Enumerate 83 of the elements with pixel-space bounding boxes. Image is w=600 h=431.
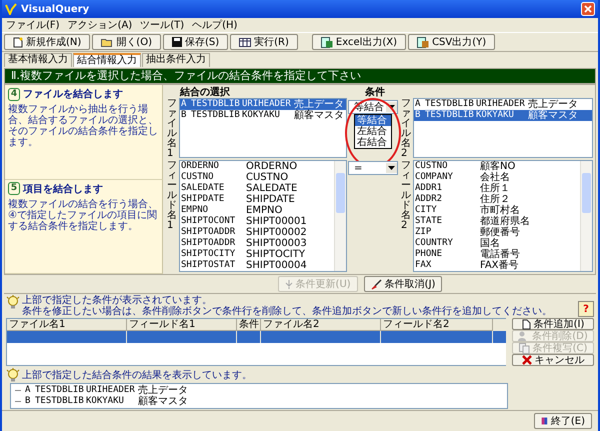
toolbar-button[interactable]: Excel出力(X) [312, 34, 406, 50]
step-number: 4 [8, 88, 20, 100]
menu-item[interactable]: ツール(T) [140, 20, 184, 30]
close-icon[interactable] [581, 2, 595, 16]
section-header: Ⅱ.複数ファイルを選択した場合、ファイルの結合条件を指定して下さい [4, 68, 596, 84]
list-item[interactable]: SHIPDATE SHIPDATE [180, 194, 334, 205]
tab[interactable]: 基本情報入力 [4, 53, 72, 67]
list-item[interactable]: COMPANY 会社名 [414, 172, 580, 183]
close-icon [522, 355, 532, 365]
brush-icon [370, 278, 382, 290]
list-item[interactable]: CITY 市町村名 [414, 205, 580, 216]
list-item[interactable]: FAX FAX番号 [414, 260, 580, 271]
help-title: 項目を結合します [23, 182, 103, 196]
list-item[interactable]: COUNTRY 国名 [414, 238, 580, 249]
dropdown-option[interactable]: 等結合 [355, 115, 391, 126]
list-item[interactable]: SHIPTOADDR SHIPT00002 [180, 227, 334, 238]
window-title: VisualQuery [21, 4, 90, 14]
export-icon [417, 36, 430, 48]
list-item[interactable]: ADDR1 住所１ [414, 183, 580, 194]
dropdown-option[interactable]: 左結合 [355, 126, 391, 137]
step-number: 5 [8, 182, 20, 195]
app-icon [5, 3, 17, 15]
menu-item[interactable]: ヘルプ(H) [192, 20, 238, 30]
scrollbar[interactable] [334, 161, 346, 271]
list-item[interactable]: SALEDATE SALEDATE [180, 183, 334, 194]
vertical-label: ファイル名2 [401, 99, 411, 158]
table-row[interactable] [7, 331, 506, 343]
help-button[interactable]: ? [578, 301, 594, 317]
tree-item[interactable]: B TESTDBLIB KOKYAKU 顧客マスタ [15, 396, 503, 407]
dropdown-option[interactable]: 右結合 [355, 137, 391, 148]
copy-icon [518, 342, 530, 354]
toolbar-button[interactable]: CSV出力(Y) [408, 34, 496, 50]
tree-item[interactable]: A TESTDBLIB URIHEADER 売上データ [15, 385, 503, 396]
toolbar-button[interactable]: 保存(S) [162, 34, 228, 50]
lightbulb-icon [6, 368, 20, 383]
document-icon [522, 318, 531, 330]
list-item[interactable]: ADDR2 住所２ [414, 194, 580, 205]
list-item[interactable]: SHIPTOSTAT SHIPT00004 [180, 260, 334, 271]
scrollbar[interactable] [580, 161, 592, 271]
list-item[interactable]: B TESTDBLIB KOKYAKU 顧客マスタ [414, 110, 592, 121]
list-item[interactable]: B TESTDBLIB KOKYAKU 顧客マスタ [180, 110, 346, 121]
list-item[interactable]: EMPNO EMPNO [180, 205, 334, 216]
document-icon [13, 36, 23, 48]
export-icon [320, 36, 333, 48]
side-button[interactable]: キャンセル [512, 354, 594, 366]
toolbar-button[interactable]: 新規作成(N) [4, 34, 90, 50]
side-button[interactable]: 条件追加(I) [512, 318, 594, 330]
vertical-label: フィールド名2 [401, 161, 411, 233]
lightbulb-icon [6, 295, 20, 310]
list-item[interactable]: SHIPTOADDR SHIPT00003 [180, 238, 334, 249]
caret-icon [386, 163, 397, 173]
list-item[interactable]: STATE 都道府県名 [414, 216, 580, 227]
vertical-label: フィールド名1 [167, 161, 177, 233]
help-text: 複数ファイルの結合を行う場合、④で指定したファイルの項目に関する結合条件を指定します。 [8, 198, 159, 232]
menu-item[interactable]: ファイル(F) [6, 20, 60, 30]
exit-button[interactable]: 終了(E) [534, 413, 592, 429]
list-item[interactable]: A TESTDBLIB URIHEADER 売上データ [414, 99, 592, 110]
tab[interactable]: 抽出条件入力 [142, 53, 210, 67]
operator-dropdown[interactable]: = [348, 161, 398, 175]
list-item[interactable]: PHONE 電話番号 [414, 249, 580, 260]
grid-icon [239, 38, 252, 46]
vertical-label: ファイル名1 [167, 99, 177, 158]
list-item[interactable]: CUSTNO CUSTNO [180, 172, 334, 183]
help-text: 複数ファイルから抽出を行う場合、結合するファイルの選択と、そのファイルの結合条件を指定します。 [8, 104, 159, 148]
list-item[interactable]: SHIPTOCITY SHIPTOCITY [180, 249, 334, 260]
condition-button[interactable]: 条件取消(J) [364, 276, 442, 292]
folder-icon [101, 38, 114, 46]
toolbar-button[interactable]: 実行(R) [230, 34, 298, 50]
info-text: 上部で指定した条件が表示されています。 [22, 295, 213, 306]
info-text: 条件を修正したい場合は、条件削除ボタンで条件行を削除して、条件追加ボタンで新しい条件行を追加してください。 [22, 306, 553, 317]
toolbar-button[interactable]: 開く(O) [92, 34, 161, 50]
join-heading: 結合の選択 [180, 87, 231, 98]
help-title: ファイルを結合します [23, 88, 123, 101]
info-text: 上部で指定した結合条件の結果を表示しています。 [22, 370, 252, 381]
save-icon [172, 37, 182, 47]
condition-label: 条件 [364, 87, 386, 98]
list-item[interactable]: SHIPTOCONT SHIPT00001 [180, 216, 334, 227]
door-icon [541, 415, 548, 427]
list-item[interactable]: A TESTDBLIB URIHEADER 売上データ [180, 99, 346, 110]
tab[interactable]: 結合情報入力 [73, 53, 141, 67]
menu-item[interactable]: アクション(A) [68, 20, 132, 30]
list-item[interactable]: ORDERNO ORDERNO [180, 161, 334, 172]
list-item[interactable]: ZIP 郵便番号 [414, 227, 580, 238]
